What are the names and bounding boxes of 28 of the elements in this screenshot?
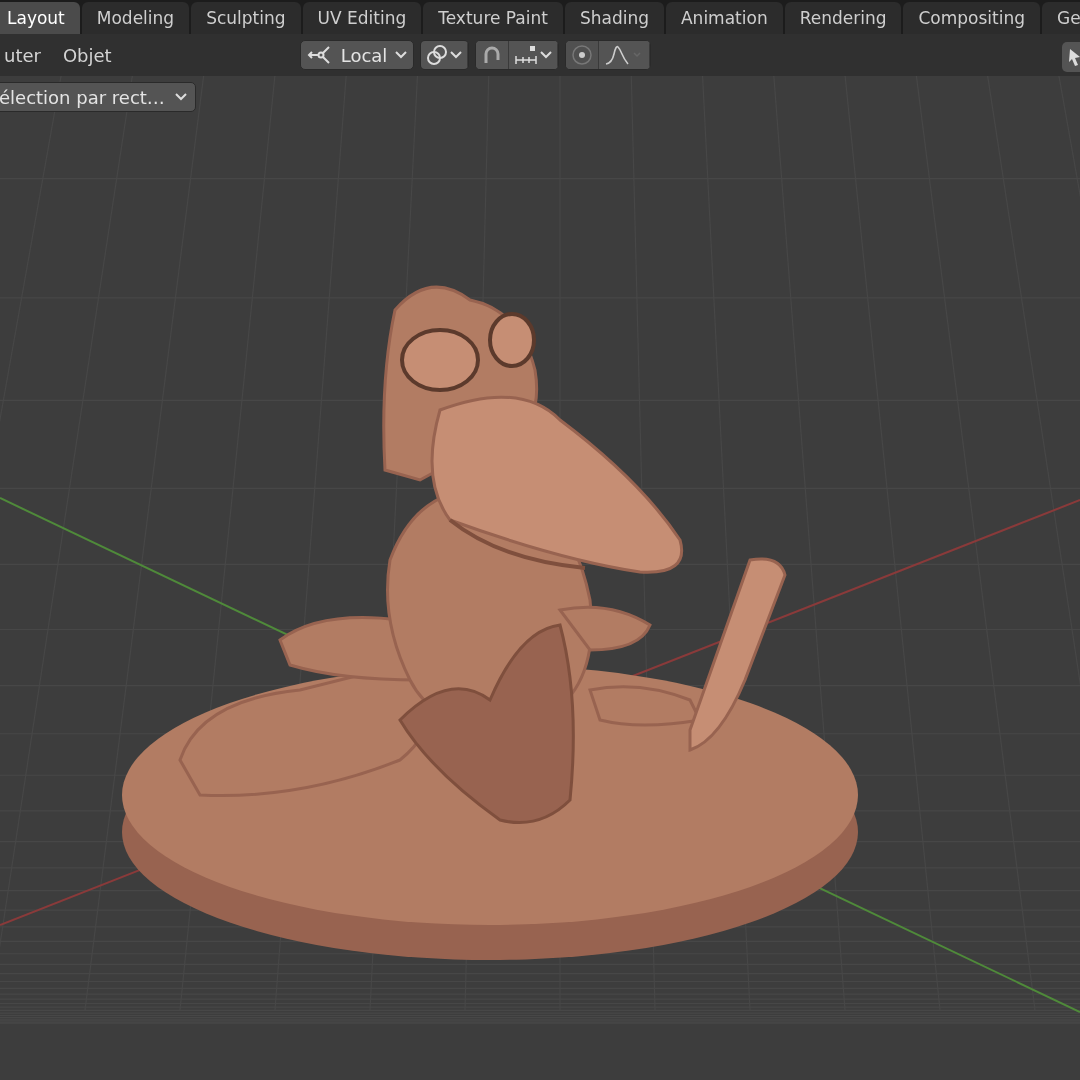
- workspace-tab[interactable]: Shading: [564, 2, 664, 34]
- menu-item[interactable]: Objet: [54, 40, 120, 70]
- select-mode-label: élection par rect…: [0, 86, 165, 108]
- workspace-tab[interactable]: Layout: [0, 2, 80, 34]
- snap-toggle[interactable]: [476, 41, 510, 69]
- pivot-label: Local: [340, 44, 388, 66]
- pivot-icon: [306, 44, 333, 66]
- pivot-dropdown[interactable]: Local: [299, 40, 415, 70]
- workspace-tab[interactable]: Animation: [666, 2, 783, 34]
- link-icon: [426, 44, 449, 66]
- cursor-icon: [1067, 46, 1080, 68]
- caret-icon: [450, 51, 463, 59]
- menu-item[interactable]: uter: [0, 40, 49, 70]
- workspace-tab[interactable]: Texture Paint: [423, 2, 563, 34]
- caret-icon: [174, 93, 187, 101]
- snap-dropdown[interactable]: [421, 41, 469, 69]
- workspace-tab[interactable]: Rendering: [784, 2, 902, 34]
- workspace-tab[interactable]: Ge: [1042, 2, 1080, 34]
- select-mode-dropdown[interactable]: élection par rect…: [0, 82, 196, 112]
- workspace-tab[interactable]: Sculpting: [191, 2, 301, 34]
- workspace-tab[interactable]: UV Editing: [302, 2, 422, 34]
- proportional-editing-toggle[interactable]: [566, 41, 600, 69]
- workspace-tab[interactable]: Modeling: [81, 2, 190, 34]
- caret-icon: [540, 51, 553, 59]
- caret-icon: [395, 51, 408, 59]
- increment-icon: [514, 44, 539, 66]
- circle-dot-icon: [571, 44, 594, 66]
- workspace-tab[interactable]: Compositing: [903, 2, 1041, 34]
